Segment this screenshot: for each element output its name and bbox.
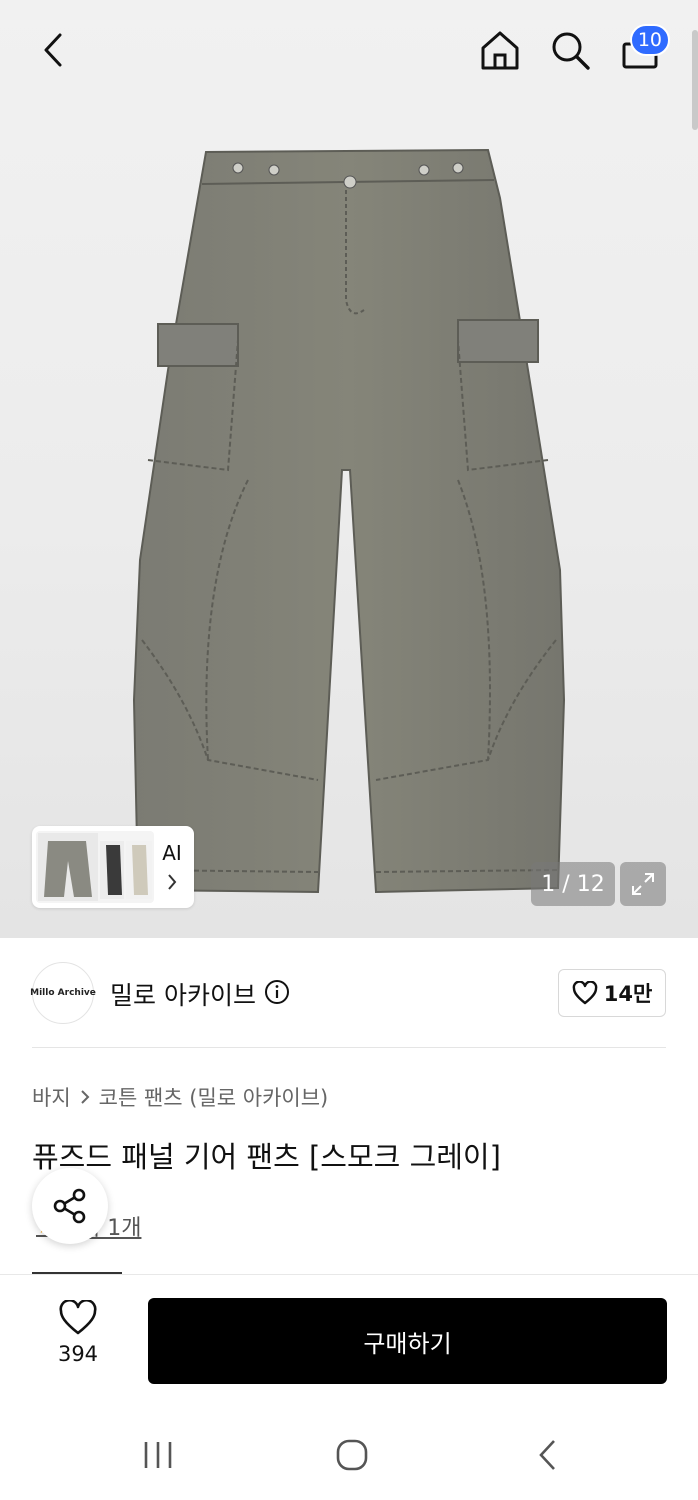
home-circle-icon: [336, 1439, 368, 1471]
home-button[interactable]: [472, 22, 528, 78]
product-image-gallery[interactable]: 10 AI 1 / 12: [0, 0, 698, 938]
home-icon: [481, 31, 519, 70]
brand-like-count: 14만: [603, 982, 653, 1006]
cart-count-badge: 10: [629, 24, 670, 56]
system-back-button[interactable]: [518, 1430, 578, 1480]
ai-similar-products-button[interactable]: AI: [32, 826, 194, 908]
expand-image-button[interactable]: [620, 862, 666, 906]
buy-button[interactable]: 구매하기: [148, 1298, 667, 1384]
breadcrumb-subcategory[interactable]: 코튼 팬츠 (밀로 아카이브): [99, 1082, 329, 1112]
brand-row: Millo Archive 밀로 아카이브 14만: [30, 962, 666, 1024]
brand-name[interactable]: 밀로 아카이브: [110, 976, 256, 1012]
image-counter: 1 / 12: [531, 862, 615, 906]
product-image: [132, 148, 566, 894]
back-chevron-icon: [539, 1440, 555, 1470]
expand-icon: [632, 873, 654, 895]
divider: [0, 1274, 698, 1275]
ai-thumbnail-strip: [36, 831, 154, 903]
breadcrumb: 바지 코튼 팬츠 (밀로 아카이브): [32, 1082, 328, 1112]
scrollbar[interactable]: [692, 30, 698, 130]
divider: [32, 1047, 666, 1048]
cart-button[interactable]: 10: [612, 22, 670, 78]
heart-icon: [59, 1300, 97, 1335]
share-button[interactable]: [32, 1168, 108, 1244]
ai-thumbnail-images: [38, 833, 152, 901]
wishlist-button[interactable]: 394: [40, 1300, 116, 1380]
chevron-right-icon: [80, 1090, 90, 1104]
system-home-button[interactable]: [322, 1430, 382, 1480]
system-navigation-bar: [0, 1410, 698, 1500]
chevron-right-icon: [168, 874, 177, 890]
breadcrumb-category[interactable]: 바지: [32, 1082, 71, 1112]
wishlist-count: 394: [57, 1342, 99, 1366]
search-icon: [552, 32, 590, 70]
ai-label: AI: [162, 841, 182, 865]
info-icon[interactable]: [264, 979, 290, 1005]
brand-logo[interactable]: Millo Archive: [30, 962, 96, 1024]
share-icon: [53, 1188, 86, 1224]
search-button[interactable]: [542, 22, 598, 78]
brand-like-button[interactable]: 14만: [558, 969, 666, 1017]
heart-icon: [572, 981, 598, 1005]
recent-apps-button[interactable]: [128, 1430, 188, 1480]
back-arrow-icon: [44, 33, 62, 67]
back-button[interactable]: [26, 22, 82, 78]
product-title: 퓨즈드 패널 기어 팬츠 [스모크 그레이]: [32, 1140, 501, 1174]
recent-apps-icon: [144, 1442, 172, 1468]
